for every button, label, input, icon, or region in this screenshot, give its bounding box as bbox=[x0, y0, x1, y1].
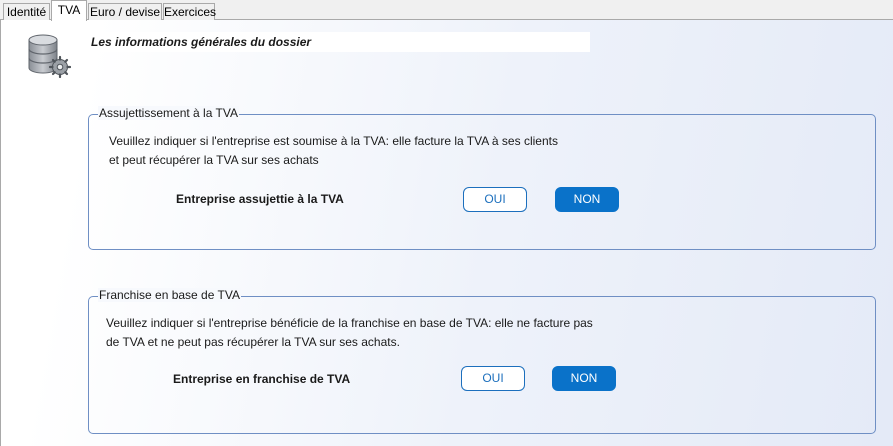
franchise-question-label: Entreprise en franchise de TVA bbox=[173, 372, 351, 386]
tab-exercices[interactable]: Exercices bbox=[163, 3, 216, 20]
assujettie-non-button[interactable]: NON bbox=[555, 187, 619, 212]
franchise-oui-button[interactable]: OUI bbox=[461, 366, 525, 391]
tab-euro-devise[interactable]: Euro / devise bbox=[88, 3, 162, 20]
tva-panel: Les informations générales du dossier As… bbox=[0, 20, 893, 446]
franchise-description-line1: Veuillez indiquer si l'entreprise bénéfi… bbox=[106, 316, 593, 330]
franchise-non-button[interactable]: NON bbox=[552, 366, 616, 391]
database-settings-icon bbox=[25, 32, 72, 79]
assujettie-question-label: Entreprise assujettie à la TVA bbox=[176, 192, 344, 206]
franchise-description-line2: de TVA et ne peut pas récupérer la TVA s… bbox=[106, 335, 400, 349]
assujettie-oui-button[interactable]: OUI bbox=[463, 187, 527, 212]
assujettissement-description-line1: Veuillez indiquer si l'entreprise est so… bbox=[109, 134, 558, 148]
assujettissement-description-line2: et peut récupérer la TVA sur ses achats bbox=[109, 153, 319, 167]
franchise-group: Franchise en base de TVA Veuillez indiqu… bbox=[88, 288, 876, 434]
assujettissement-legend: Assujettissement à la TVA bbox=[98, 106, 239, 120]
tab-strip: Identité TVA Euro / devise Exercices bbox=[0, 0, 893, 21]
franchise-legend: Franchise en base de TVA bbox=[98, 288, 241, 302]
tab-identite[interactable]: Identité bbox=[3, 3, 50, 20]
page-title: Les informations générales du dossier bbox=[87, 32, 590, 52]
assujettissement-group: Assujettissement à la TVA Veuillez indiq… bbox=[88, 106, 876, 250]
tab-tva[interactable]: TVA bbox=[51, 0, 87, 21]
